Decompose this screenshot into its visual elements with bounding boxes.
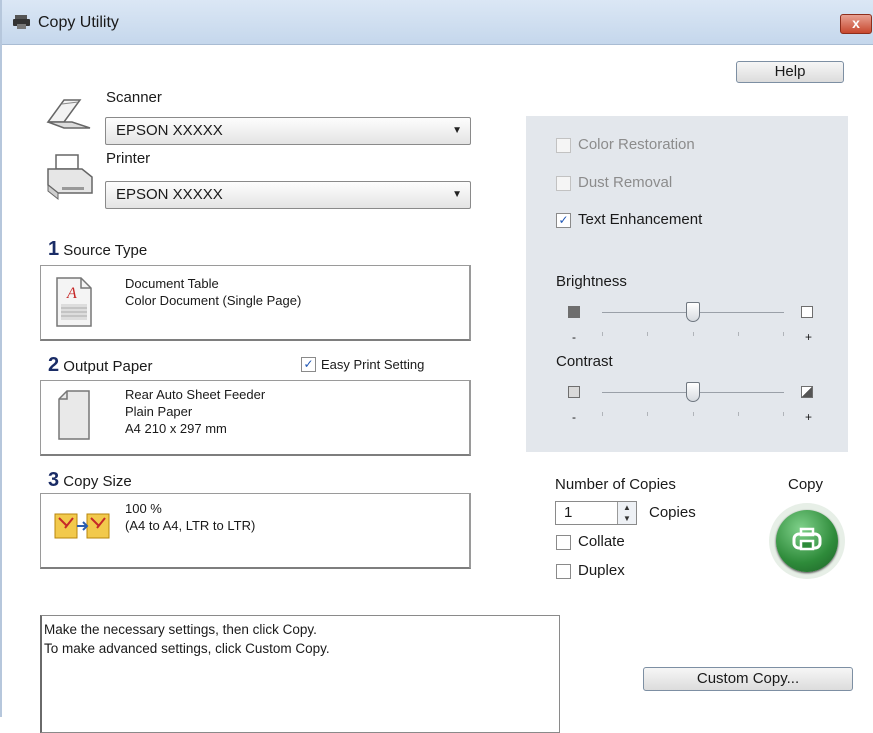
message-box: Make the necessary settings, then click … [40, 615, 560, 733]
collate-checkbox[interactable] [556, 535, 571, 550]
chevron-down-icon: ▼ [452, 189, 462, 200]
copy-size-line2: (A4 to A4, LTR to LTR) [125, 518, 256, 533]
copy-size-icon [54, 513, 110, 539]
color-restoration-checkbox[interactable] [556, 138, 571, 153]
contrast-low-icon [568, 386, 580, 398]
text-enhancement-checkbox[interactable]: ✓ [556, 213, 571, 228]
contrast-tick [647, 412, 648, 416]
copy-size-number: 3 [48, 469, 60, 491]
copy-label: Copy [788, 476, 824, 493]
contrast-tick [602, 412, 603, 416]
scanner-label: Scanner [106, 89, 162, 106]
scanner-select[interactable]: EPSON XXXXX ▼ [105, 117, 471, 145]
message-line1: Make the necessary settings, then click … [44, 622, 317, 637]
collate-label: Collate [578, 533, 625, 550]
scanner-select-value: EPSON XXXXX [116, 122, 223, 139]
copies-input[interactable]: 1 [564, 504, 572, 521]
scanner-icon [46, 99, 91, 129]
output-paper-line3: A4 210 x 297 mm [125, 421, 227, 436]
contrast-plus-label: + [805, 410, 813, 424]
output-paper-line2: Plain Paper [125, 404, 193, 419]
brightness-minus-label: - [572, 330, 576, 344]
brightness-dark-icon [568, 306, 580, 318]
brightness-label: Brightness [556, 273, 627, 290]
easy-print-setting-checkbox[interactable]: ✓ [301, 357, 316, 372]
text-enhancement-label: Text Enhancement [578, 211, 703, 228]
color-restoration-label: Color Restoration [578, 136, 695, 153]
chevron-down-icon: ▼ [452, 125, 462, 136]
paper-icon [58, 390, 90, 440]
contrast-minus-label: - [572, 410, 576, 424]
svg-text:A: A [66, 285, 77, 302]
print-icon [792, 527, 822, 551]
document-icon: A [56, 277, 92, 327]
duplex-label: Duplex [578, 562, 625, 579]
chevron-up-icon[interactable]: ▲ [618, 502, 636, 513]
contrast-label: Contrast [556, 353, 613, 370]
number-of-copies-label: Number of Copies [555, 476, 676, 493]
source-type-number: 1 [48, 238, 60, 260]
output-paper-title: Output Paper [63, 358, 153, 375]
source-type-heading: 1 Source Type [48, 238, 147, 261]
copy-size-title: Copy Size [63, 473, 132, 490]
printer-label: Printer [106, 150, 151, 167]
output-paper-box[interactable]: Rear Auto Sheet Feeder Plain Paper A4 21… [40, 380, 471, 456]
close-button[interactable]: x [840, 14, 872, 34]
output-paper-heading: 2 Output Paper [48, 354, 153, 377]
copy-size-heading: 3 Copy Size [48, 469, 132, 492]
contrast-tick [738, 412, 739, 416]
source-type-line2: Color Document (Single Page) [125, 293, 302, 308]
custom-copy-button[interactable]: Custom Copy... [643, 667, 853, 691]
main-content: Help Scanner EPSON XXXXX ▼ Printer EPSON… [2, 45, 873, 733]
contrast-slider-thumb[interactable] [686, 382, 700, 402]
brightness-plus-label: + [805, 330, 813, 344]
printer-select[interactable]: EPSON XXXXX ▼ [105, 181, 471, 209]
printer-icon [47, 154, 93, 201]
source-type-line1: Document Table [125, 276, 219, 291]
copy-button-circle[interactable] [776, 510, 838, 572]
contrast-tick [693, 412, 694, 416]
dust-removal-label: Dust Removal [578, 174, 673, 191]
output-paper-number: 2 [48, 354, 60, 376]
contrast-tick [783, 412, 784, 416]
copy-size-line1: 100 % [125, 501, 162, 516]
brightness-tick [693, 332, 694, 336]
printer-select-value: EPSON XXXXX [116, 186, 223, 203]
brightness-tick [647, 332, 648, 336]
title-bar: Copy Utility x [2, 0, 873, 45]
brightness-tick [783, 332, 784, 336]
image-settings-panel: Color Restoration Dust Removal ✓ Text En… [526, 116, 848, 452]
message-line2: To make advanced settings, click Custom … [44, 641, 330, 656]
copy-button[interactable] [769, 503, 845, 579]
source-type-box[interactable]: A Document Table Color Document (Single … [40, 265, 471, 341]
copies-unit-label: Copies [649, 504, 696, 521]
copy-utility-window: Copy Utility x Help Scanner EPSON XXXXX … [0, 0, 873, 733]
output-paper-line1: Rear Auto Sheet Feeder [125, 387, 266, 402]
chevron-down-icon[interactable]: ▼ [618, 513, 636, 524]
help-button[interactable]: Help [736, 61, 844, 83]
easy-print-setting-label: Easy Print Setting [321, 357, 425, 372]
brightness-light-icon [801, 306, 813, 318]
brightness-tick [738, 332, 739, 336]
contrast-high-icon [801, 386, 813, 398]
copies-stepper[interactable]: 1 ▲ ▼ [555, 501, 637, 525]
brightness-slider-thumb[interactable] [686, 302, 700, 322]
copy-size-box[interactable]: 100 % (A4 to A4, LTR to LTR) [40, 493, 471, 569]
duplex-checkbox[interactable] [556, 564, 571, 579]
window-title: Copy Utility [38, 14, 119, 31]
source-type-title: Source Type [63, 242, 148, 259]
brightness-tick [602, 332, 603, 336]
dust-removal-checkbox[interactable] [556, 176, 571, 191]
copies-spin-buttons[interactable]: ▲ ▼ [617, 502, 636, 524]
printer-icon [13, 15, 30, 29]
